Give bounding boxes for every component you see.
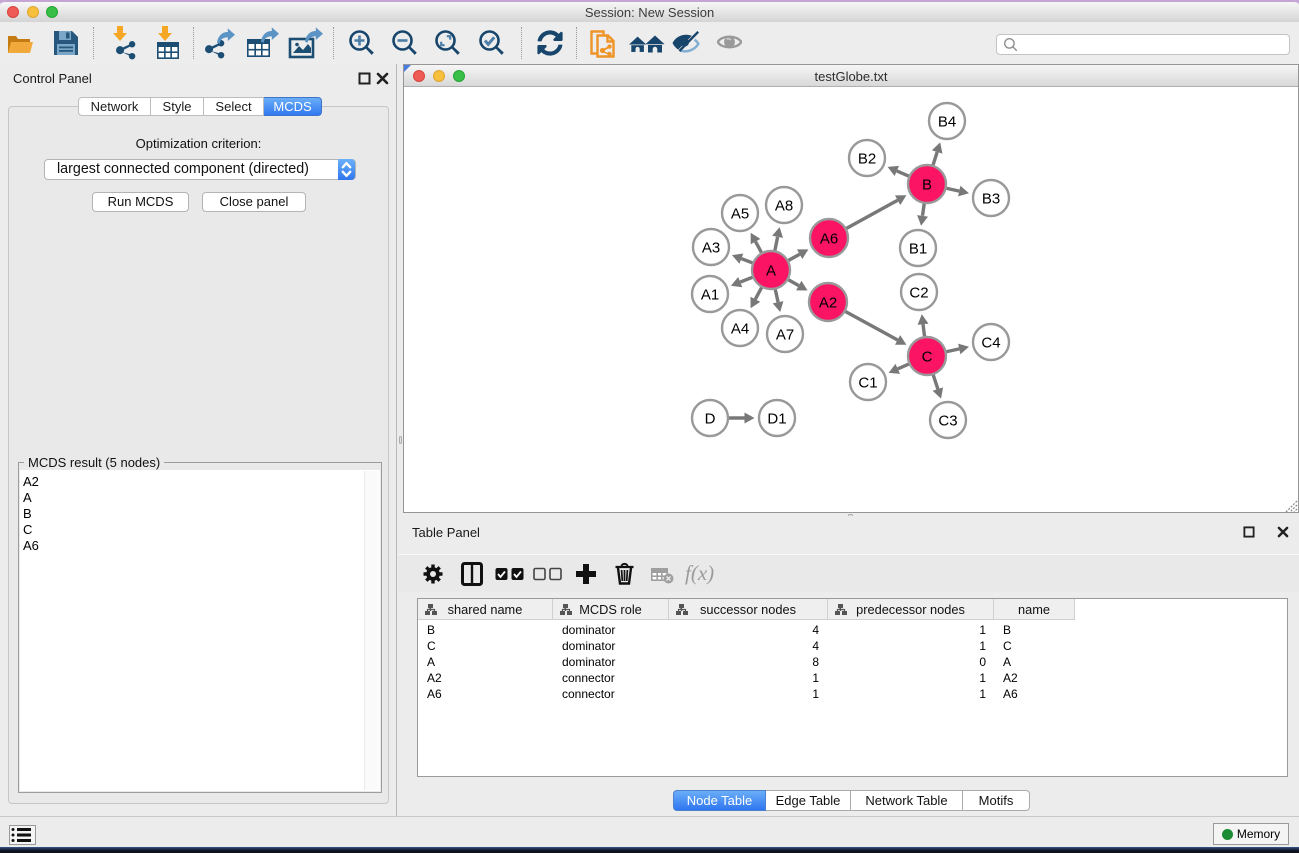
svg-text:D: D [705,411,716,428]
svg-text:A8: A8 [775,198,793,215]
svg-text:A3: A3 [702,240,720,257]
svg-text:C4: C4 [981,335,1000,352]
svg-text:B4: B4 [938,114,956,131]
svg-text:C2: C2 [909,285,928,302]
svg-text:D1: D1 [767,411,786,428]
svg-text:C3: C3 [938,413,957,430]
svg-text:A6: A6 [820,231,838,248]
svg-text:A4: A4 [731,321,749,338]
svg-text:A2: A2 [819,295,837,312]
svg-text:A5: A5 [731,206,749,223]
svg-text:B1: B1 [909,241,927,258]
svg-text:A1: A1 [701,287,719,304]
svg-text:B2: B2 [858,151,876,168]
svg-text:A: A [766,263,776,280]
svg-text:A7: A7 [776,327,794,344]
svg-text:B: B [922,177,932,194]
svg-text:C: C [922,349,933,366]
svg-text:B3: B3 [982,191,1000,208]
svg-text:C1: C1 [858,375,877,392]
